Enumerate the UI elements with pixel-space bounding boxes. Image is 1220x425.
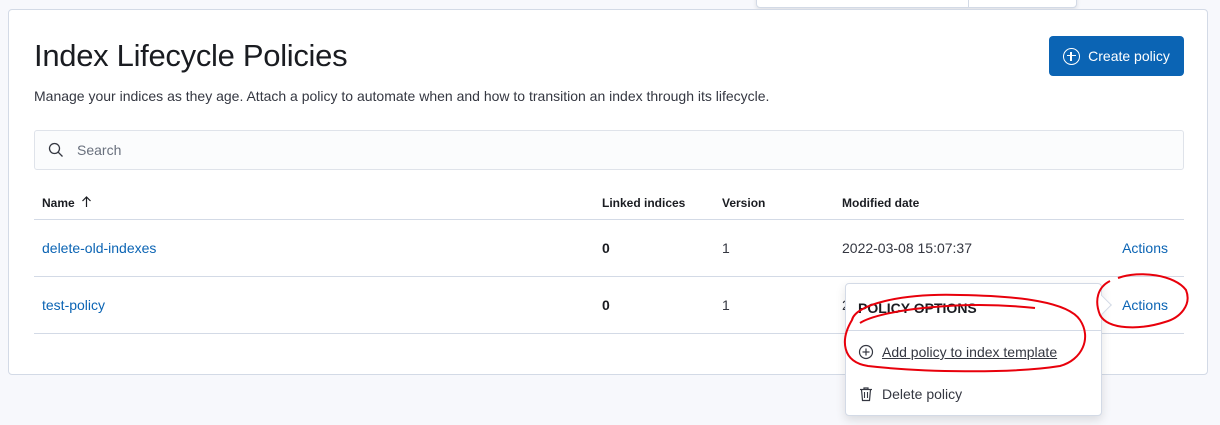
add-policy-to-template-button[interactable]: Add policy to index template <box>858 344 1057 360</box>
popover-title: POLICY OPTIONS <box>858 300 977 316</box>
top-popover-edge <box>756 0 1077 8</box>
column-header-version[interactable]: Version <box>722 190 765 219</box>
policy-name-link[interactable]: delete-old-indexes <box>42 220 156 276</box>
popover-divider <box>846 330 1101 331</box>
column-header-modified-date[interactable]: Modified date <box>842 190 919 219</box>
add-policy-label: Add policy to index template <box>882 344 1058 360</box>
create-policy-label: Create policy <box>1088 48 1170 64</box>
delete-policy-label: Delete policy <box>882 386 963 402</box>
delete-policy-button[interactable]: Delete policy <box>858 386 962 402</box>
search-bar[interactable] <box>34 130 1184 170</box>
trash-icon <box>860 387 872 402</box>
linked-indices-count: 0 <box>602 240 610 256</box>
table-header-row: Name Linked indices Version Modified dat… <box>34 190 1184 220</box>
policy-name-link[interactable]: test-policy <box>42 277 105 333</box>
popover-divider <box>968 0 969 7</box>
policy-version: 1 <box>722 240 730 256</box>
table-row: delete-old-indexes 0 1 2022-03-08 15:07:… <box>34 220 1184 277</box>
page-subtitle: Manage your indices as they age. Attach … <box>34 88 770 104</box>
linked-indices-count: 0 <box>602 297 610 313</box>
plus-circle-icon <box>858 344 874 360</box>
actions-button[interactable]: Actions <box>1122 220 1168 276</box>
column-header-name[interactable]: Name <box>42 190 92 219</box>
policy-options-popover: POLICY OPTIONS Add policy to index templ… <box>845 283 1112 416</box>
search-input[interactable] <box>77 142 1077 158</box>
plus-circle-icon <box>1063 47 1081 65</box>
sort-ascending-icon <box>81 196 91 207</box>
actions-button[interactable]: Actions <box>1122 277 1168 333</box>
search-icon <box>48 142 63 157</box>
create-policy-button[interactable]: Create policy <box>1049 36 1184 76</box>
column-header-linked-indices[interactable]: Linked indices <box>602 190 685 219</box>
modified-date: 2022-03-08 15:07:37 <box>842 240 972 256</box>
page-title: Index Lifecycle Policies <box>34 38 348 73</box>
policy-version: 1 <box>722 297 730 313</box>
column-header-name-label: Name <box>42 196 75 210</box>
